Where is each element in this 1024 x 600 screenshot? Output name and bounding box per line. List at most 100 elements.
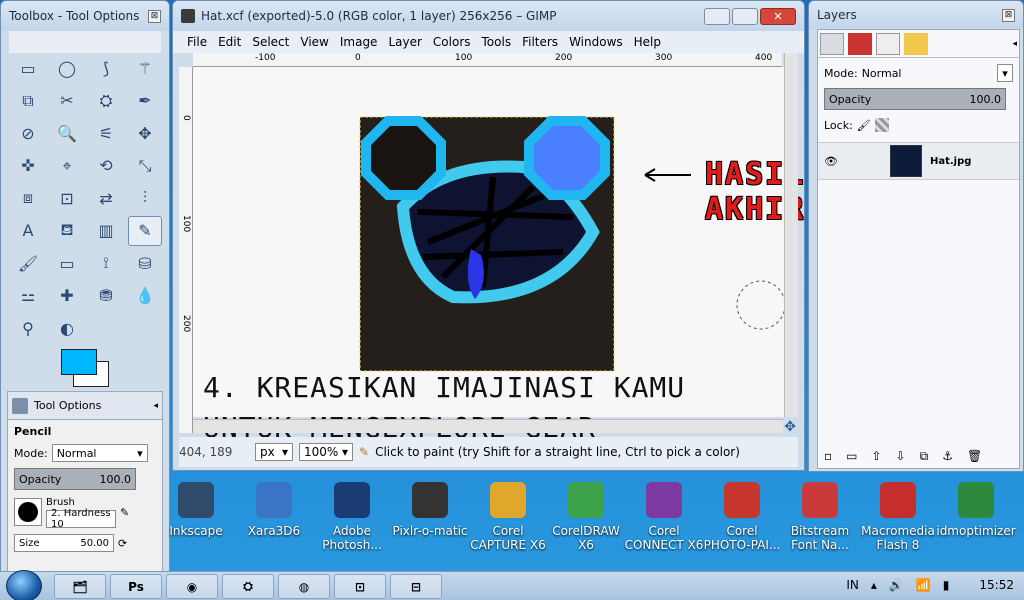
desktop-shortcut[interactable]: idmoptimizer (936, 482, 1016, 538)
tool-button-9[interactable]: 🔍 (50, 118, 84, 148)
unit-select[interactable]: px ▾ (255, 443, 293, 461)
edit-brush-icon[interactable]: ✎ (120, 506, 129, 519)
menu-edit[interactable]: Edit (218, 35, 241, 49)
tool-button-11[interactable]: ✥ (128, 118, 162, 148)
tool-button-8[interactable]: ⊘ (11, 118, 45, 148)
desktop-shortcut[interactable]: Pixlr-o-matic (390, 482, 470, 538)
layer-mode-select[interactable]: ▾ (997, 64, 1013, 82)
paths-tab-icon[interactable] (876, 32, 900, 55)
lower-layer-icon[interactable]: ⇩ (896, 449, 906, 464)
desktop-shortcut[interactable]: Xara3D6 (234, 482, 314, 538)
tool-button-3[interactable]: ⚚ (128, 53, 162, 83)
menu-select[interactable]: Select (252, 35, 289, 49)
tool-button-7[interactable]: ✒ (128, 86, 162, 116)
layer-row[interactable]: 👁 Hat.jpg (818, 142, 1019, 180)
menu-colors[interactable]: Colors (433, 35, 471, 49)
tool-button-6[interactable]: ⛭ (89, 86, 123, 116)
new-layer-icon[interactable]: ▫ (824, 449, 832, 464)
menu-image[interactable]: Image (340, 35, 378, 49)
taskbar-app-button[interactable]: 🗂 (54, 574, 106, 599)
reset-size-icon[interactable]: ⟳ (118, 537, 127, 550)
battery-icon[interactable]: ▮ (943, 578, 950, 592)
tool-button-16[interactable]: ⧈ (11, 183, 45, 213)
horizontal-scrollbar[interactable] (193, 419, 783, 433)
mode-select[interactable]: Normal ▾ (51, 444, 148, 462)
tool-button-22[interactable]: ▥ (89, 216, 123, 246)
desktop-shortcut[interactable]: Corel PHOTO-PAI... (702, 482, 782, 552)
close-button[interactable]: ✕ (760, 7, 796, 25)
language-indicator[interactable]: IN (846, 578, 859, 592)
tool-button-18[interactable]: ⇄ (89, 183, 123, 213)
tool-button-5[interactable]: ✂ (50, 86, 84, 116)
tool-button-29[interactable]: ✚ (50, 281, 84, 311)
tool-button-19[interactable]: ⫶ (128, 183, 162, 213)
taskbar-app-button[interactable]: Ps (110, 574, 162, 599)
taskbar-app-button[interactable]: ◉ (166, 574, 218, 599)
desktop-shortcut[interactable]: Inkscape (156, 482, 236, 538)
tool-button-20[interactable]: A (11, 216, 45, 246)
maximize-button[interactable] (732, 7, 758, 25)
taskbar-app-button[interactable]: ⊡ (334, 574, 386, 599)
panel-menu-icon[interactable]: ◂ (1012, 39, 1017, 49)
desktop-shortcut[interactable]: Macromedia Flash 8 (858, 482, 938, 552)
raise-layer-icon[interactable]: ⇧ (871, 449, 881, 464)
layers-tab-icon[interactable] (820, 32, 844, 55)
clock[interactable]: 15:52 (979, 578, 1014, 592)
delete-layer-icon[interactable]: 🗑 (967, 449, 982, 464)
tool-button-27[interactable]: ⛁ (128, 248, 162, 278)
lock-pixels-icon[interactable]: 🖌 (857, 119, 871, 132)
tool-button-21[interactable]: ⛾ (50, 216, 84, 246)
tool-button-33[interactable]: ◐ (50, 313, 84, 343)
desktop-shortcut[interactable]: Corel CONNECT X6 (624, 482, 704, 552)
color-swatches[interactable] (57, 345, 117, 391)
tool-button-32[interactable]: ⚲ (11, 313, 45, 343)
vertical-scrollbar[interactable] (784, 53, 798, 417)
tool-button-28[interactable]: ⚍ (11, 281, 45, 311)
duplicate-layer-icon[interactable]: ⧉ (920, 449, 929, 464)
tool-button-24[interactable]: 🖌 (11, 248, 45, 278)
menu-file[interactable]: File (187, 35, 207, 49)
new-group-icon[interactable]: ▭ (846, 449, 857, 464)
brush-name-field[interactable]: 2. Hardness 10 (46, 508, 116, 530)
close-icon[interactable]: ⊠ (148, 9, 161, 23)
tool-button-12[interactable]: ✜ (11, 151, 45, 181)
menu-help[interactable]: Help (634, 35, 661, 49)
menu-tools[interactable]: Tools (482, 35, 512, 49)
tool-button-1[interactable]: ◯ (50, 53, 84, 83)
network-icon[interactable]: 📶 (916, 578, 931, 592)
tool-button-30[interactable]: ⛃ (89, 281, 123, 311)
menu-filters[interactable]: Filters (522, 35, 558, 49)
tool-button-0[interactable]: ▭ (11, 53, 45, 83)
anchor-layer-icon[interactable]: ⚓ (942, 449, 953, 464)
tool-button-25[interactable]: ▭ (50, 248, 84, 278)
menu-layer[interactable]: Layer (388, 35, 421, 49)
desktop-shortcut[interactable]: CorelDRAW X6 (546, 482, 626, 552)
tray-arrow-icon[interactable]: ▴ (871, 578, 877, 592)
undo-tab-icon[interactable] (904, 32, 928, 55)
panel-menu-icon[interactable]: ◂ (153, 401, 158, 411)
channels-tab-icon[interactable] (848, 32, 872, 55)
tool-button-15[interactable]: ⤡ (128, 151, 162, 181)
desktop-shortcut[interactable]: Bitstream Font Na... (780, 482, 860, 552)
tool-button-31[interactable]: 💧 (128, 281, 162, 311)
tool-button-23[interactable]: ✎ (128, 215, 162, 246)
taskbar-app-button[interactable]: ⛭ (222, 574, 274, 599)
taskbar-app-button[interactable]: ⊟ (390, 574, 442, 599)
tool-button-10[interactable]: ⚟ (89, 118, 123, 148)
tool-button-17[interactable]: ⊡ (50, 183, 84, 213)
desktop-shortcut[interactable]: Adobe Photosh... (312, 482, 392, 552)
volume-icon[interactable]: 🔊 (889, 578, 904, 592)
close-icon[interactable]: ⊠ (1002, 8, 1015, 22)
tool-button-13[interactable]: ⌖ (50, 151, 84, 181)
layer-name[interactable]: Hat.jpg (930, 156, 971, 167)
menu-windows[interactable]: Windows (569, 35, 623, 49)
size-field[interactable]: Size 50.00 (14, 534, 114, 552)
taskbar-app-button[interactable]: ◍ (278, 574, 330, 599)
layer-opacity-slider[interactable]: Opacity 100.0 (824, 88, 1006, 110)
brush-preview-icon[interactable] (14, 498, 42, 526)
tool-button-26[interactable]: ⟟ (89, 248, 123, 278)
navigate-icon[interactable]: ✥ (784, 419, 796, 435)
foreground-color-swatch[interactable] (61, 349, 97, 375)
tool-button-14[interactable]: ⟲ (89, 151, 123, 181)
tab-tool-options[interactable]: Tool Options (34, 399, 101, 412)
